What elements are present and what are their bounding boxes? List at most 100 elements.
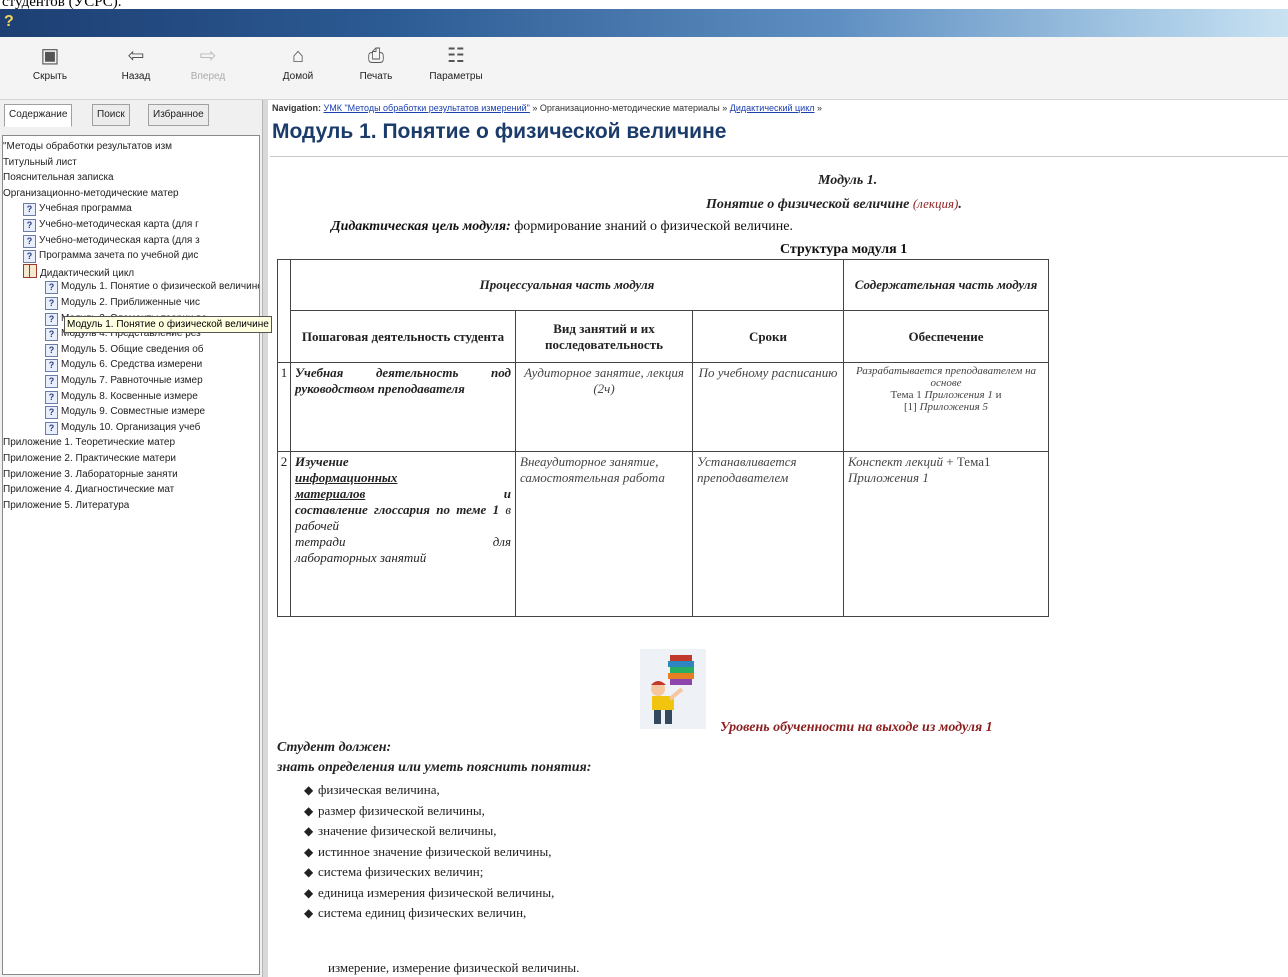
tree-item[interactable]: ? Модуль 7. Равноточные измер: [45, 373, 203, 389]
document-top-crop: студентов (УСРС).: [0, 0, 1288, 9]
breadcrumb-prefix: Navigation:: [272, 103, 322, 113]
tree-item[interactable]: ? Модуль 9. Совместные измере: [45, 404, 205, 420]
help-topic-icon: ?: [45, 421, 58, 435]
row2-activity: Изучение информационных материалов и сост…: [290, 451, 516, 617]
tree-item-label: Пояснительная записка: [3, 172, 114, 184]
term-text: система физических величин;: [318, 864, 484, 879]
header-deadlines: Сроки: [692, 310, 844, 363]
terms-continuation: измерение, измерение физической величины…: [328, 960, 580, 975]
row1-support: Разрабатывается преподавателем на основе…: [843, 362, 1049, 452]
bullet-diamond-icon: ◆: [304, 783, 314, 797]
bullet-diamond-icon: ◆: [304, 803, 314, 818]
help-topic-icon: ?: [45, 297, 58, 310]
breadcrumb-link-umk[interactable]: УМК "Методы обработки результатов измере…: [324, 103, 530, 113]
help-topic-icon: ?: [23, 234, 36, 248]
tree-item[interactable]: Приложение 5. Литература: [3, 498, 129, 514]
row1-deadline: По учебному расписанию: [692, 362, 844, 452]
term-text: единица измерения физической величины,: [318, 884, 555, 900]
tree-item[interactable]: ? Модуль 10. Организация учеб: [45, 420, 200, 436]
tree-item[interactable]: Организационно-методические матер: [3, 186, 179, 202]
tab-contents[interactable]: Содержание: [4, 104, 73, 127]
tree-item[interactable]: Приложение 4. Диагностические мат: [3, 482, 174, 498]
tree-item-label: Модуль 5. Общие сведения об: [61, 343, 204, 355]
breadcrumb-link-cycle[interactable]: Дидактический цикл: [730, 103, 815, 113]
help-topic-icon: ?: [23, 219, 36, 232]
module-goal: Дидактическая цель модуля: формирование …: [331, 219, 793, 235]
back-arrow-icon: ⇦: [127, 45, 145, 67]
tree-item[interactable]: "Методы обработки результатов изм: [3, 139, 172, 155]
home-button[interactable]: ⌂ Домой: [270, 43, 326, 82]
help-topic-icon: ?: [45, 390, 58, 404]
row1-support-topic: Тема 1: [890, 389, 922, 401]
tree-item[interactable]: Приложение 1. Теоретические матер: [3, 435, 175, 451]
list-item: ◆ единица измерения физической величины,: [304, 883, 554, 904]
tree-item-label: "Методы обработки результатов изм: [3, 141, 173, 152]
print-button-label: Печать: [359, 71, 393, 82]
tab-search[interactable]: Поиск: [92, 104, 130, 126]
row1-support-appendix1: Приложения 1: [924, 389, 993, 401]
term-text: система единиц физических величин,: [318, 905, 527, 920]
print-button[interactable]: ⎙ Печать: [348, 43, 404, 82]
tree-item-label: Модуль 10. Организация учеб: [61, 421, 201, 433]
help-topic-icon: ?: [45, 281, 58, 295]
title-divider: [270, 156, 1288, 157]
tree-item[interactable]: ? Модуль 2. Приближенные чис: [45, 295, 200, 311]
tree-item-label: Титульный лист: [3, 156, 77, 168]
help-app-icon: ?: [4, 13, 14, 30]
navigation-pane: Содержание Поиск Избранное "Методы обраб…: [0, 100, 262, 977]
window-titlebar[interactable]: ?: [0, 9, 1288, 37]
bullet-diamond-icon: ◆: [304, 885, 314, 900]
tree-item[interactable]: Дидактический цикл: [23, 263, 134, 280]
tree-item[interactable]: ? Модуль 8. Косвенные измере: [45, 389, 198, 405]
breadcrumb-separator: »: [532, 103, 538, 113]
table-group-process: Процессуальная часть модуля: [290, 259, 844, 311]
row2-deadline: Устанавливается преподавателем: [692, 451, 844, 617]
tree-item[interactable]: ? Программа зачета по учебной дис: [23, 248, 198, 264]
tab-favorites[interactable]: Избранное: [148, 104, 209, 126]
tree-item[interactable]: ? Модуль 6. Средства измерени: [45, 357, 202, 373]
tree-item-label: Модуль 7. Равноточные измер: [61, 375, 203, 386]
goal-label: Дидактическая цель модуля:: [331, 219, 511, 234]
help-topic-icon: ?: [45, 343, 58, 357]
row2-support: Конспект лекций + Тема1 Приложения 1: [843, 451, 1049, 617]
tree-item-label: Модуль 2. Приближенные чис: [61, 297, 200, 308]
row2-support-appendix: Приложения 1: [848, 470, 929, 485]
row1-lesson-type: Аудиторное занятие, лекция (2ч): [515, 362, 693, 452]
tree-item[interactable]: ? Учебная программа: [23, 201, 132, 217]
options-button[interactable]: ☷ Параметры: [428, 43, 484, 82]
row2-activity-d: и: [503, 486, 511, 501]
row2-support-topic: + Тема1: [946, 454, 991, 469]
module-subheading-text: Понятие о физической величине: [706, 197, 910, 212]
table-header-row: Пошаговая деятельность студента Вид заня…: [278, 310, 1049, 363]
forward-button-label: Вперед: [190, 71, 226, 82]
table-header-row: Процессуальная часть модуля Содержательн…: [277, 259, 1049, 363]
home-button-label: Домой: [282, 71, 314, 82]
tree-item-label: Модуль 6. Средства измерени: [61, 359, 203, 371]
row1-support-appendix5: Приложения 5: [919, 401, 988, 413]
hide-button[interactable]: ▣ Скрыть: [22, 43, 78, 82]
help-topic-icon: ?: [45, 328, 58, 342]
module-subheading-type: (лекция): [912, 196, 959, 211]
tree-item[interactable]: Приложение 2. Практические матери: [3, 451, 176, 467]
tree-item[interactable]: Пояснительная записка: [3, 170, 114, 186]
table-row: 2 Изучение информационных материалов и со…: [277, 451, 1049, 617]
module-structure-table: Процессуальная часть модуля Содержательн…: [277, 259, 1049, 617]
tree-tooltip: Модуль 1. Понятие о физической величине: [64, 316, 272, 333]
tree-item[interactable]: ? Учебно-методическая карта (для з: [23, 233, 200, 249]
back-button[interactable]: ⇦ Назад: [108, 43, 164, 82]
tree-item[interactable]: ? Модуль 1. Понятие о физической величине: [45, 279, 259, 295]
tree-item[interactable]: Приложение 3. Лабораторные заняти: [3, 467, 178, 483]
tree-item-label: Учебно-методическая карта (для г: [39, 219, 199, 230]
contents-tree[interactable]: "Методы обработки результатов изм Титульн…: [2, 135, 260, 975]
row2-support-text: Конспект лекций: [848, 454, 944, 469]
printer-icon: ⎙: [368, 45, 384, 67]
row2-activity-a: Изучение: [295, 454, 349, 469]
tree-item[interactable]: Титульный лист: [3, 155, 77, 171]
header-student-activity: Пошаговая деятельность студента: [290, 310, 516, 363]
tree-item[interactable]: ? Модуль 5. Общие сведения об: [45, 342, 204, 358]
forward-button[interactable]: ⇨ Вперед: [180, 43, 236, 82]
tree-item[interactable]: ? Учебно-методическая карта (для г: [23, 217, 199, 233]
row1-support-text: Разрабатывается преподавателем на основе: [855, 365, 1037, 389]
breadcrumb-item-org: Организационно-методические материалы: [539, 103, 720, 113]
breadcrumb-separator: »: [722, 103, 728, 113]
